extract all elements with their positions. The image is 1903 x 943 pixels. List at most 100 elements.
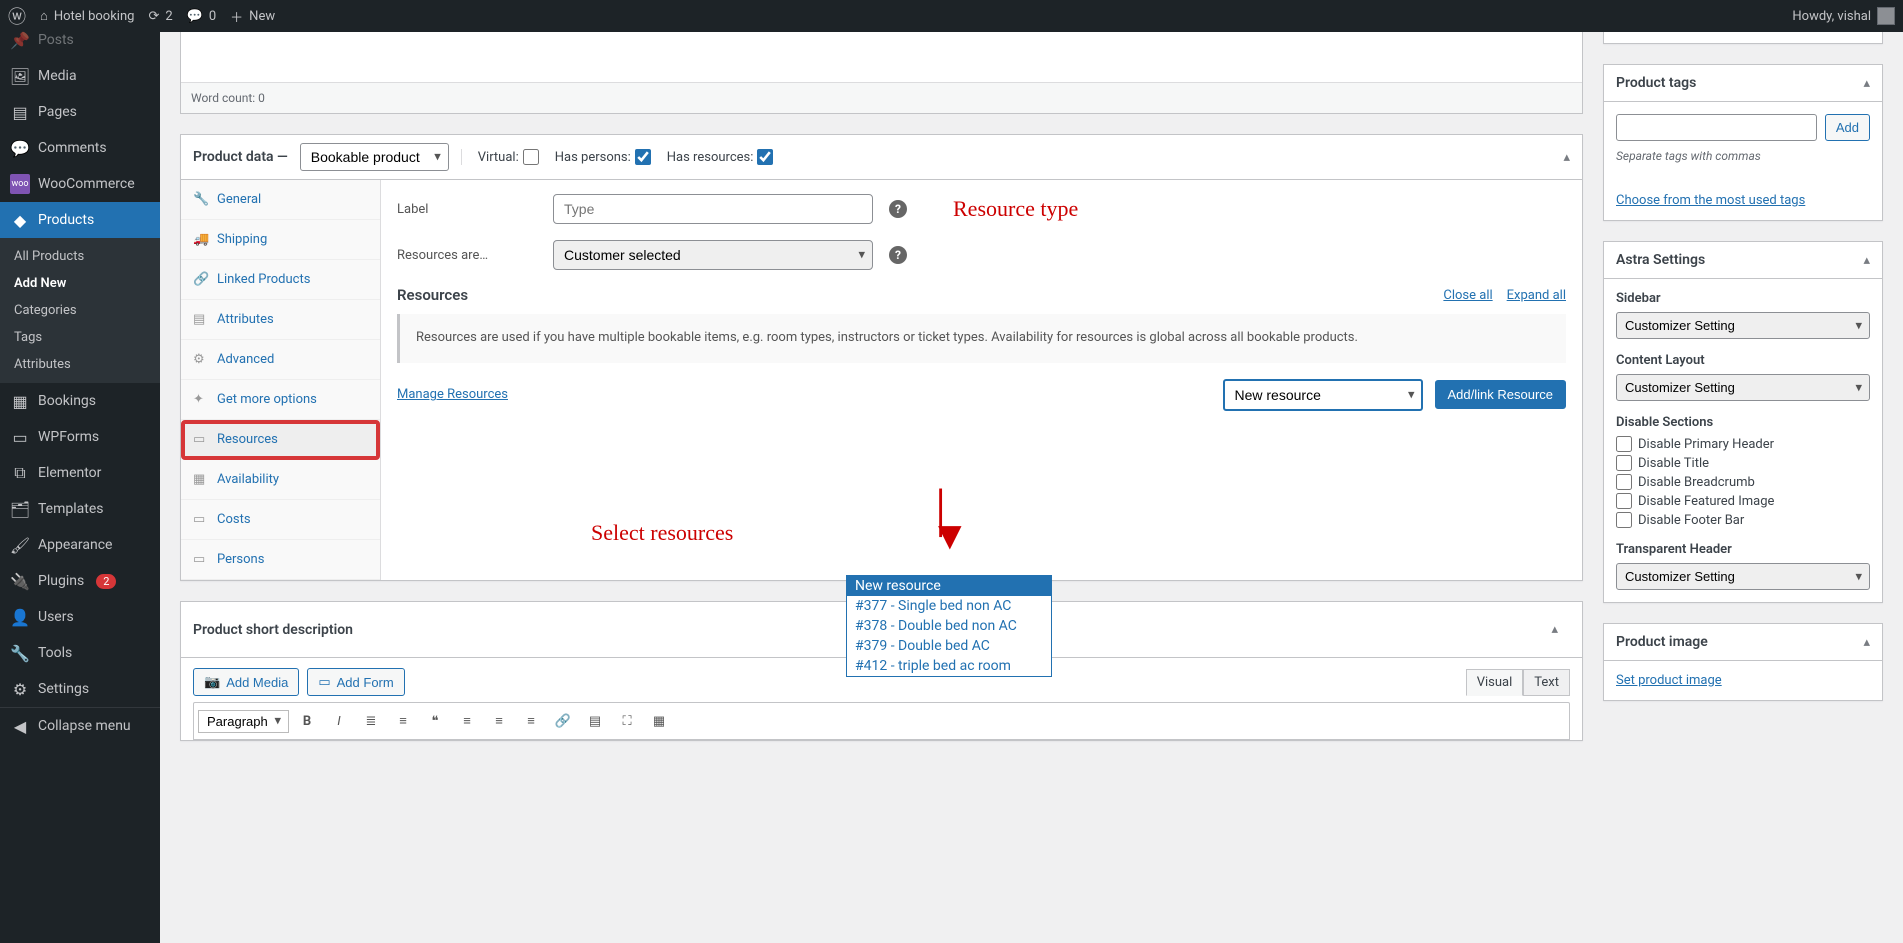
submenu-add-new[interactable]: Add New: [0, 270, 160, 297]
tab-availability[interactable]: ▦Availability: [181, 460, 380, 500]
unknown-side-box: [1603, 32, 1883, 44]
new-resource-select[interactable]: New resource: [1223, 379, 1423, 411]
astra-sidebar-select[interactable]: Customizer Setting: [1616, 312, 1870, 339]
set-product-image-link[interactable]: Set product image: [1616, 673, 1722, 688]
align-center-button[interactable]: ≡: [485, 707, 513, 735]
text-tab[interactable]: Text: [1523, 669, 1570, 696]
astra-content-select[interactable]: Customizer Setting: [1616, 374, 1870, 401]
sidebar-item-pages[interactable]: ▤Pages: [0, 94, 160, 130]
sidebar-item-posts[interactable]: 📌Posts: [0, 22, 160, 58]
tags-input[interactable]: [1616, 114, 1817, 141]
products-icon: ◆: [10, 210, 30, 230]
quote-button[interactable]: ❝: [421, 707, 449, 735]
sidebar-collapse[interactable]: ◀Collapse menu: [0, 707, 160, 744]
help-icon[interactable]: ?: [889, 246, 907, 264]
tab-shipping[interactable]: 🚚Shipping: [181, 220, 380, 260]
astra-transparent-select[interactable]: Customizer Setting: [1616, 563, 1870, 590]
submenu-categories[interactable]: Categories: [0, 297, 160, 324]
product-data-toggle[interactable]: ▴: [1563, 150, 1570, 165]
gear-icon: ⚙: [193, 352, 209, 367]
choose-tags-link[interactable]: Choose from the most used tags: [1616, 193, 1805, 208]
word-count: Word count: 0: [181, 82, 1582, 113]
add-form-button[interactable]: ▭Add Form: [307, 668, 404, 696]
tab-more-options[interactable]: ✦Get more options: [181, 380, 380, 420]
align-right-button[interactable]: ≡: [517, 707, 545, 735]
pin-icon: 📌: [10, 30, 30, 50]
submenu-attributes[interactable]: Attributes: [0, 351, 160, 378]
more-button[interactable]: ▤: [581, 707, 609, 735]
avatar[interactable]: [1877, 7, 1895, 25]
sidebar-item-bookings[interactable]: ▦Bookings: [0, 383, 160, 419]
plus-icon: ＋: [230, 7, 243, 26]
sidebar-item-settings[interactable]: ⚙Settings: [0, 671, 160, 707]
number-list-button[interactable]: ≡: [389, 707, 417, 735]
add-tag-button[interactable]: Add: [1825, 114, 1870, 141]
close-all-link[interactable]: Close all: [1443, 288, 1492, 303]
sidebar-item-users[interactable]: 👤Users: [0, 599, 160, 635]
product-data-title: Product data —: [193, 149, 288, 165]
resources-info: Resources are used if you have multiple …: [397, 314, 1566, 363]
tab-linked[interactable]: 🔗Linked Products: [181, 260, 380, 300]
toolbar-toggle-button[interactable]: ▦: [645, 707, 673, 735]
fullscreen-button[interactable]: ⛶: [613, 707, 641, 735]
resources-are-select[interactable]: Customer selected: [553, 240, 873, 270]
italic-button[interactable]: I: [325, 707, 353, 735]
visual-tab[interactable]: Visual: [1466, 669, 1524, 696]
tab-advanced[interactable]: ⚙Advanced: [181, 340, 380, 380]
tab-resources[interactable]: ▭Resources: [181, 420, 380, 460]
label-input[interactable]: [553, 194, 873, 224]
sidebar-item-comments[interactable]: 💬Comments: [0, 130, 160, 166]
short-desc-toggle[interactable]: ▴: [1539, 612, 1570, 647]
product-type-select[interactable]: Bookable product: [300, 143, 449, 171]
woo-icon: woo: [10, 174, 30, 194]
sidebar-item-templates[interactable]: 🗂Templates: [0, 491, 160, 527]
bold-button[interactable]: B: [293, 707, 321, 735]
sidebar-item-appearance[interactable]: 🖌Appearance: [0, 527, 160, 563]
format-select[interactable]: Paragraph: [198, 710, 289, 733]
dropdown-option[interactable]: New resource: [847, 576, 1051, 596]
wrench-icon: 🔧: [10, 643, 30, 663]
expand-all-link[interactable]: Expand all: [1507, 288, 1566, 303]
dropdown-option[interactable]: #377 - Single bed non AC: [847, 596, 1051, 616]
dropdown-option[interactable]: #378 - Double bed non AC: [847, 616, 1051, 636]
sidebar-item-tools[interactable]: 🔧Tools: [0, 635, 160, 671]
sidebar-item-media[interactable]: 🖼Media: [0, 58, 160, 94]
tab-persons[interactable]: ▭Persons: [181, 540, 380, 580]
product-image-toggle[interactable]: ▴: [1851, 625, 1882, 660]
truck-icon: 🚚: [193, 232, 209, 247]
sidebar-item-elementor[interactable]: ⧉Elementor: [0, 455, 160, 491]
align-left-button[interactable]: ≡: [453, 707, 481, 735]
disable-primary-header[interactable]: Disable Primary Header: [1616, 436, 1870, 452]
submenu-all-products[interactable]: All Products: [0, 243, 160, 270]
has-resources-check[interactable]: Has resources:: [667, 149, 774, 165]
astra-disable-label: Disable Sections: [1616, 415, 1870, 430]
sidebar-item-plugins[interactable]: 🔌Plugins2: [0, 563, 160, 599]
manage-resources-link[interactable]: Manage Resources: [397, 387, 508, 402]
submenu-tags[interactable]: Tags: [0, 324, 160, 351]
comments-link[interactable]: 💬0: [187, 9, 217, 24]
virtual-check[interactable]: Virtual:: [478, 149, 539, 165]
link-button[interactable]: 🔗: [549, 707, 577, 735]
dropdown-option[interactable]: #412 - triple bed ac room: [847, 656, 1051, 676]
dropdown-option[interactable]: #379 - Double bed AC: [847, 636, 1051, 656]
disable-featured-image[interactable]: Disable Featured Image: [1616, 493, 1870, 509]
astra-toggle[interactable]: ▴: [1851, 243, 1882, 278]
add-link-resource-button[interactable]: Add/link Resource: [1435, 380, 1567, 409]
disable-breadcrumb[interactable]: Disable Breadcrumb: [1616, 474, 1870, 490]
has-persons-check[interactable]: Has persons:: [555, 149, 651, 165]
help-icon[interactable]: ?: [889, 200, 907, 218]
tab-costs[interactable]: ▭Costs: [181, 500, 380, 540]
howdy-link[interactable]: Howdy, vishal: [1792, 9, 1871, 24]
camera-icon: 📷: [204, 674, 220, 690]
sidebar-item-wpforms[interactable]: ▭WPForms: [0, 419, 160, 455]
sidebar-item-products[interactable]: ◆Products: [0, 202, 160, 238]
bullet-list-button[interactable]: ≣: [357, 707, 385, 735]
tags-toggle[interactable]: ▴: [1851, 66, 1882, 101]
tab-attributes[interactable]: ▤Attributes: [181, 300, 380, 340]
disable-footer-bar[interactable]: Disable Footer Bar: [1616, 512, 1870, 528]
disable-title[interactable]: Disable Title: [1616, 455, 1870, 471]
tab-general[interactable]: 🔧General: [181, 180, 380, 220]
sidebar-item-woocommerce[interactable]: wooWooCommerce: [0, 166, 160, 202]
new-link[interactable]: ＋New: [230, 7, 275, 26]
add-media-button[interactable]: 📷Add Media: [193, 668, 299, 696]
